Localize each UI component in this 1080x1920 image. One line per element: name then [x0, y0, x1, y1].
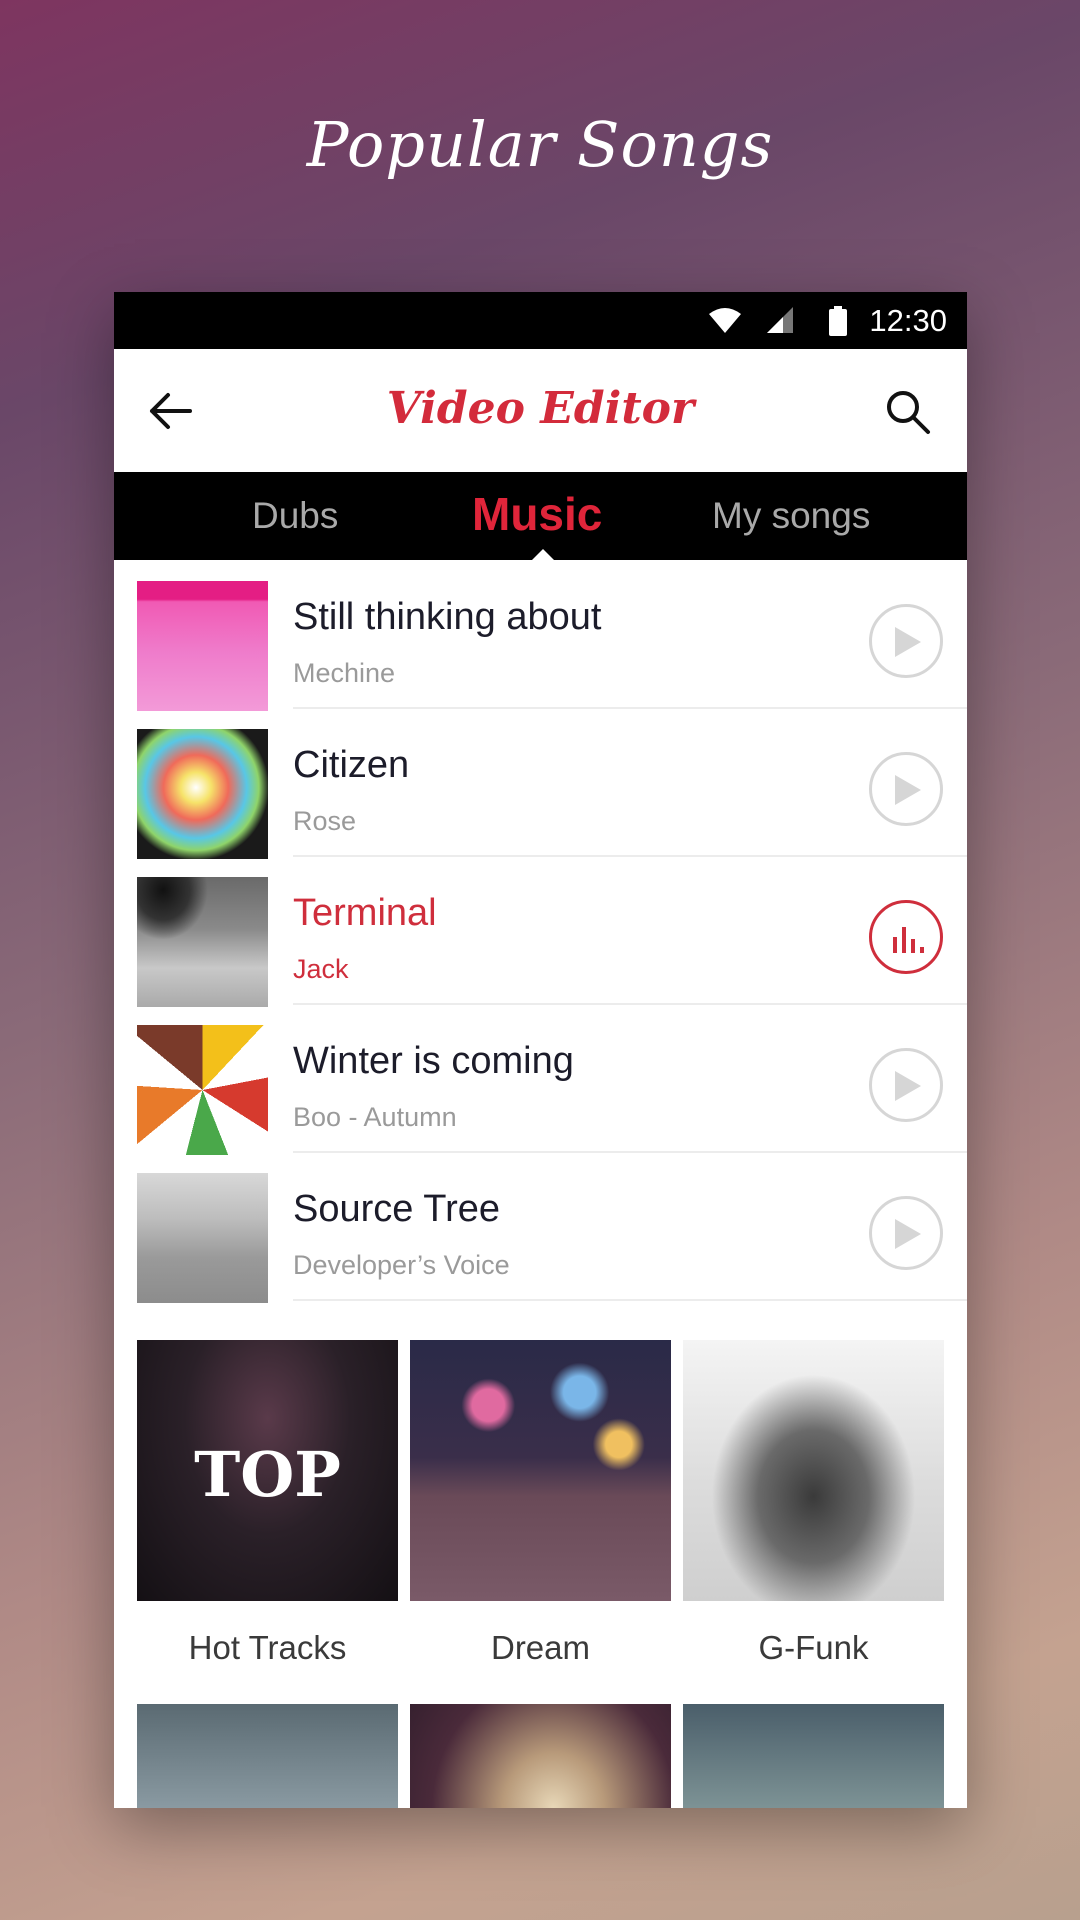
category-g-funk[interactable]: G-Funk: [683, 1340, 944, 1667]
song-artist: Developer’s Voice: [293, 1250, 510, 1280]
app-bar: Video Editor: [114, 349, 967, 472]
album-art: [137, 581, 268, 711]
equalizer-button[interactable]: [869, 900, 943, 974]
album-art: [137, 729, 268, 859]
search-icon[interactable]: [885, 389, 931, 435]
battery-icon: [829, 306, 847, 336]
category-hot-tracks[interactable]: TOP Hot Tracks: [137, 1340, 398, 1667]
promo-title: Popular Songs: [306, 108, 774, 181]
play-button[interactable]: [869, 604, 943, 678]
song-title: Still thinking about: [293, 596, 602, 638]
play-icon: [895, 627, 921, 657]
song-row[interactable]: Terminal Jack: [114, 856, 967, 1007]
category-label: Hot Tracks: [188, 1629, 347, 1666]
tab-dubs[interactable]: Dubs: [252, 472, 338, 560]
active-tab-indicator: [532, 549, 554, 560]
signal-icon: [767, 307, 793, 333]
song-title: Terminal: [293, 892, 437, 934]
song-title: Winter is coming: [293, 1040, 574, 1082]
row-divider: [293, 1299, 967, 1301]
song-row[interactable]: Source Tree Developer’s Voice: [114, 1152, 967, 1303]
play-icon: [895, 1071, 921, 1101]
album-art: [137, 877, 268, 1007]
category-image: [137, 1704, 398, 1808]
song-artist: Boo - Autumn: [293, 1102, 457, 1132]
category-item[interactable]: [683, 1704, 944, 1808]
song-row[interactable]: Still thinking about Mechine: [114, 560, 967, 711]
category-item[interactable]: [137, 1704, 398, 1808]
play-button[interactable]: [869, 1196, 943, 1270]
song-row[interactable]: Winter is coming Boo - Autumn: [114, 1004, 967, 1155]
category-image: [683, 1704, 944, 1808]
category-dream[interactable]: Dream: [410, 1340, 671, 1667]
tab-my-songs[interactable]: My songs: [712, 472, 870, 560]
song-title: Source Tree: [293, 1188, 500, 1230]
song-row[interactable]: Citizen Rose: [114, 708, 967, 859]
song-artist: Mechine: [293, 658, 396, 688]
play-button[interactable]: [869, 1048, 943, 1122]
phone-frame: 12:30 Video Editor Dubs Music My songs S…: [114, 292, 967, 1808]
category-image: [410, 1704, 671, 1808]
album-art: [137, 1025, 268, 1155]
play-button[interactable]: [869, 752, 943, 826]
category-label: Dream: [490, 1629, 591, 1666]
play-icon: [895, 775, 921, 805]
app-title: Video Editor: [386, 383, 695, 434]
equalizer-icon: [893, 927, 924, 953]
song-artist: Rose: [293, 806, 357, 836]
tab-music[interactable]: Music: [472, 472, 602, 560]
wifi-icon: [709, 308, 741, 333]
category-overlay-text: TOP: [194, 1438, 341, 1511]
album-art: [137, 1173, 268, 1303]
category-item[interactable]: [410, 1704, 671, 1808]
category-label: G-Funk: [758, 1629, 869, 1666]
category-image: [410, 1340, 671, 1601]
category-image: [683, 1340, 944, 1601]
song-artist: Jack: [293, 954, 349, 984]
tab-bar: Dubs Music My songs: [114, 472, 967, 560]
song-title: Citizen: [293, 744, 410, 786]
status-time: 12:30: [869, 303, 947, 338]
status-bar: 12:30: [114, 292, 967, 349]
category-image: TOP: [137, 1340, 398, 1601]
play-icon: [895, 1219, 921, 1249]
